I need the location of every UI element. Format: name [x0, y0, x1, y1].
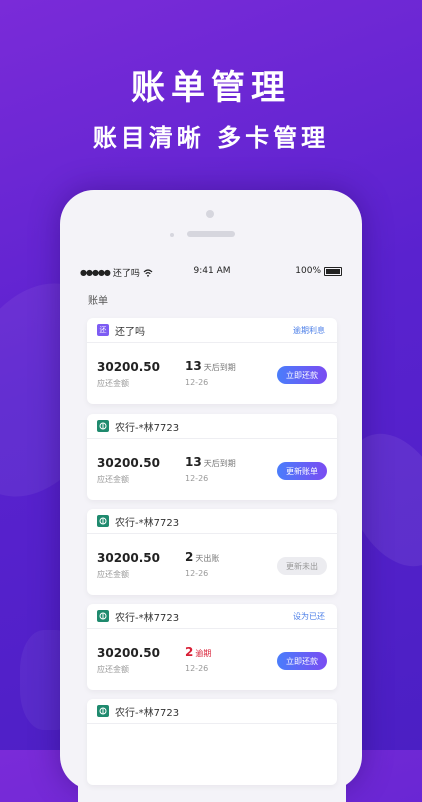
overdue-days-count: 2 [185, 645, 194, 659]
card-header: 农行-*林7723 设为已还 [87, 604, 337, 629]
card-name: 农行-*林7723 [115, 707, 180, 719]
overdue-interest-link[interactable]: 逾期利息 [293, 325, 325, 336]
days-count: 13 [185, 359, 202, 373]
days-status: 天出账 [195, 554, 220, 563]
days-status: 天后到期 [203, 459, 236, 468]
app-logo-icon: 还 [97, 324, 109, 336]
due-amount: 30200.50 [97, 551, 161, 565]
battery-icon [324, 266, 342, 276]
abc-bank-icon [97, 515, 109, 527]
mark-as-repaid-link[interactable]: 设为已还 [293, 611, 325, 622]
bill-card[interactable]: 还 还了吗 逾期利息 30200.50 应还金额 13 天后到期 12-26 立… [87, 318, 337, 404]
due-date: 12-26 [185, 474, 209, 483]
card-name: 农行-*林7723 [115, 517, 180, 529]
due-date: 12-26 [185, 664, 209, 673]
card-name: 农行-*林7723 [115, 422, 180, 434]
due-amount-label: 应还金额 [97, 475, 129, 484]
abc-bank-icon [97, 705, 109, 717]
page-title: 账单 [88, 296, 108, 307]
phone-frame: ●●●●● 还了吗 9:41 AM 100% 账单 还 还了吗 逾期利息 302… [60, 190, 362, 802]
promo-headline: 账单管理 [131, 68, 291, 108]
abc-bank-icon [97, 610, 109, 622]
due-date: 12-26 [185, 378, 209, 387]
promo-subline: 账目清晰 多卡管理 [92, 124, 330, 152]
card-name: 还了吗 [115, 326, 145, 338]
status-bar: ●●●●● 还了吗 9:41 AM 100% [78, 262, 346, 280]
due-amount: 30200.50 [97, 646, 161, 660]
speaker-icon [187, 231, 235, 237]
repay-now-button[interactable]: 立即还款 [277, 366, 327, 384]
bill-card[interactable]: 农行-*林7723 30200.50 应还金额 2 天出账 12-26 更新未出 [87, 509, 337, 595]
bill-card[interactable]: 农行-*林7723 设为已还 30200.50 应还金额 2 逾期 12-26 … [87, 604, 337, 690]
card-header: 农行-*林7723 [87, 414, 337, 439]
due-amount-label: 应还金额 [97, 665, 129, 674]
repay-now-button[interactable]: 立即还款 [277, 652, 327, 670]
due-amount-label: 应还金额 [97, 379, 129, 388]
overdue-status: 逾期 [195, 649, 212, 658]
not-yet-billed-button[interactable]: 更新未出 [277, 557, 327, 575]
days-status: 天后到期 [203, 363, 236, 372]
days-count: 13 [185, 455, 202, 469]
due-date: 12-26 [185, 569, 209, 578]
bill-card[interactable]: 农行-*林7723 30200.50 应还金额 13 天后到期 12-26 更新… [87, 414, 337, 500]
battery-percent: 100% [295, 266, 321, 276]
abc-bank-icon [97, 420, 109, 432]
days-count: 2 [185, 550, 194, 564]
due-amount: 30200.50 [97, 456, 161, 470]
sensor-icon [170, 233, 174, 237]
due-amount-label: 应还金额 [97, 570, 129, 579]
card-name: 农行-*林7723 [115, 612, 180, 624]
update-bill-button[interactable]: 更新账单 [277, 462, 327, 480]
camera-icon [206, 210, 214, 218]
card-header: 农行-*林7723 [87, 509, 337, 534]
card-header: 农行-*林7723 [87, 699, 337, 724]
phone-screen: ●●●●● 还了吗 9:41 AM 100% 账单 还 还了吗 逾期利息 302… [78, 262, 346, 802]
bill-card[interactable]: 农行-*林7723 [87, 699, 337, 785]
due-amount: 30200.50 [97, 360, 161, 374]
card-header: 还 还了吗 逾期利息 [87, 318, 337, 343]
